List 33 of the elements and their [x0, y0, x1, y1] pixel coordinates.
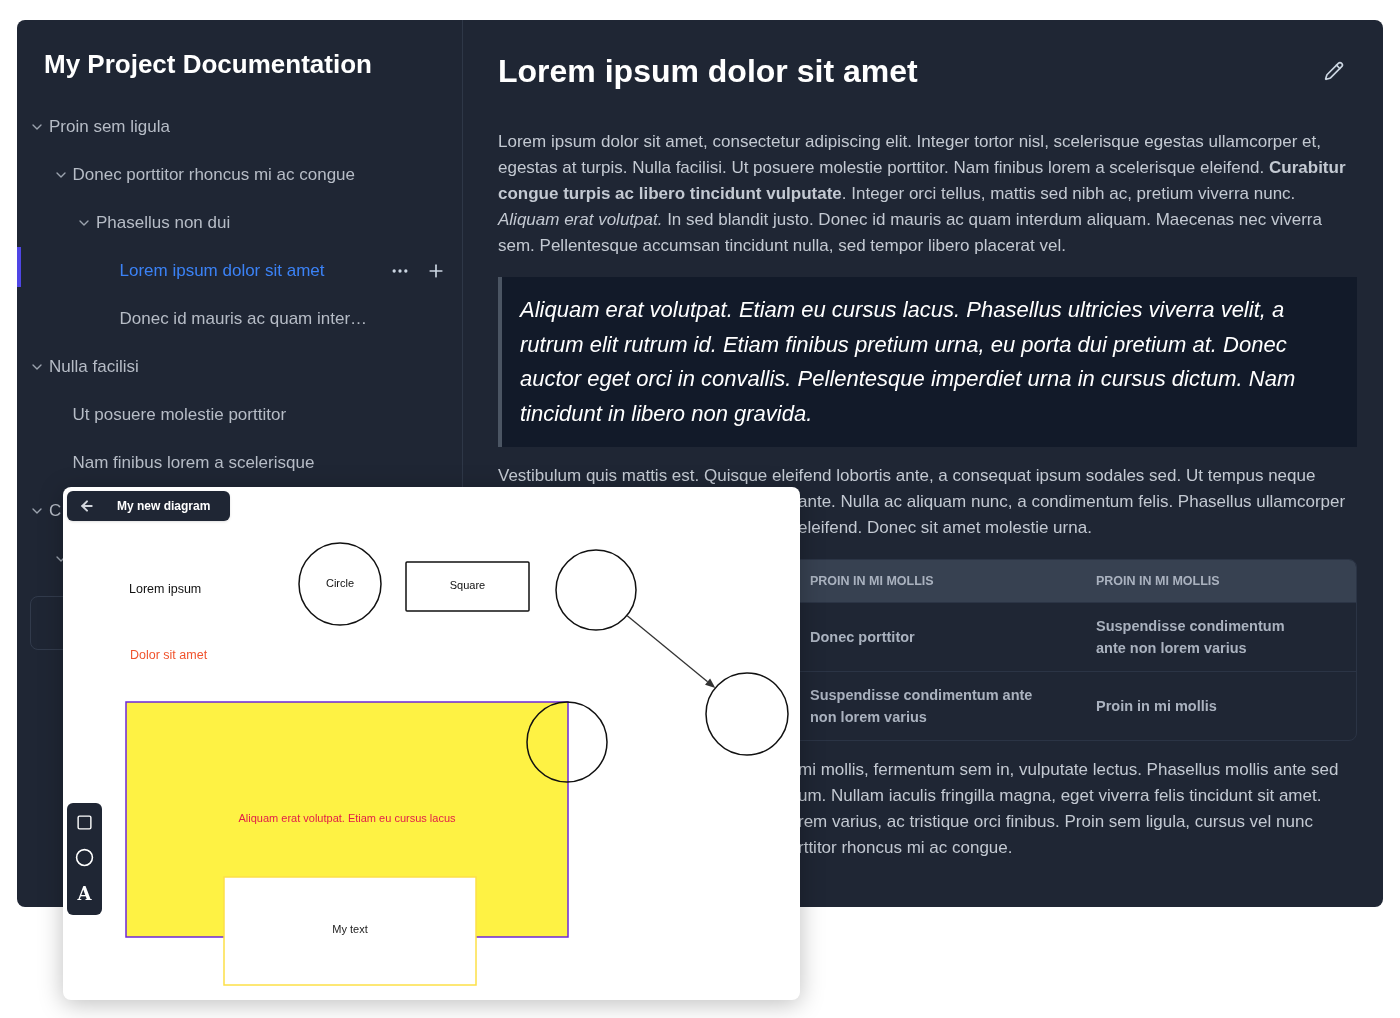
- column-header: PROIN IN MI MOLLIS: [1095, 572, 1221, 590]
- table-cell-text: Donec porttitor: [809, 628, 916, 647]
- table-cell-text: Suspendisse condimentum ante non lorem varius: [809, 686, 1034, 727]
- paragraph-line: ante. Nulla ac aliquam nunc, a condimentum felis. Phasellus ullamcorper: [798, 491, 1346, 513]
- shape-label: Aliquam erat volutpat. Etiam eu cursus lacus: [238, 811, 456, 824]
- tree-item[interactable]: Lorem ipsum dolor sit amet: [119, 258, 325, 284]
- tree-item[interactable]: Nulla facilisi: [49, 354, 139, 380]
- page-title: Lorem ipsum dolor sit amet: [498, 52, 918, 91]
- back-button[interactable]: My new diagram: [67, 491, 230, 521]
- text-tool[interactable]: A: [77, 884, 92, 904]
- column-header: PROIN IN MI MOLLIS: [809, 572, 935, 590]
- blockquote: Aliquam erat volutpat. Etiam eu cursus lacus. Phasellus ultricies viverra velit, a rutrum elit rutrum id. Etiam finibus pretium urna, eu porta dui pretium at. Donec auctor eget orci in convallis. Pellentesque imperdiet urna in cursus dictum. Nam tincidunt in libero non gravida.: [498, 277, 1357, 447]
- tree-item[interactable]: Phasellus non dui: [96, 210, 231, 236]
- circle-tool-icon[interactable]: [75, 848, 94, 867]
- shape-label: Square: [449, 579, 486, 592]
- sidebar-title: My Project Documentation: [43, 48, 373, 80]
- tree-item[interactable]: Donec porttitor rhoncus mi ac congue: [72, 162, 356, 188]
- tree-item[interactable]: Donec id mauris ac quam inter…: [119, 306, 368, 332]
- tree-item[interactable]: Proin sem ligula: [49, 114, 170, 140]
- table-cell-text: Suspendisse condimentum ante non lorem varius: [1095, 617, 1286, 658]
- paragraph-line: Vestibulum quis mattis est. Quisque eleifend lobortis ante, a consequat ipsum sodales sed. Ut tempus neque: [498, 465, 1316, 487]
- shape-label: My text: [332, 922, 368, 935]
- table-cell-text: Proin in mi mollis: [1095, 697, 1218, 716]
- tree-item[interactable]: Nam finibus lorem a scelerisque: [72, 450, 315, 476]
- canvas-text: Lorem ipsum: [129, 582, 202, 597]
- edit-icon[interactable]: [1324, 61, 1344, 81]
- square-tool-icon[interactable]: [76, 814, 93, 831]
- tree-item[interactable]: C: [49, 498, 62, 524]
- canvas-text: Dolor sit amet: [130, 648, 208, 663]
- shape-label: Circle: [325, 576, 355, 589]
- paragraph-line: eleifend. Donec sit amet molestie urna.: [798, 517, 1092, 539]
- tree-item[interactable]: Ut posuere molestie porttitor: [72, 402, 287, 428]
- paragraph: Lorem ipsum dolor sit amet, consectetur adipiscing elit. Integer tortor nisl, scelerisque egestas ullamcorper et, egestas at turpis. Nulla facilisi. Ut posuere molestie porttitor. Nam finibus lorem a scelerisque eleifend. Curabitur congue turpis ac libero tincidunt vulputate. Integer orci tellus, mattis sed nibh ac, pretium viverra nunc. Aliquam erat volutpat. In sed blandit justo. Donec id mauris ac quam interdum aliquam. Maecenas nec viverra sem. Pellentesque accumsan tincidunt nulla, sed tempor libero placerat vel.: [498, 131, 1347, 257]
